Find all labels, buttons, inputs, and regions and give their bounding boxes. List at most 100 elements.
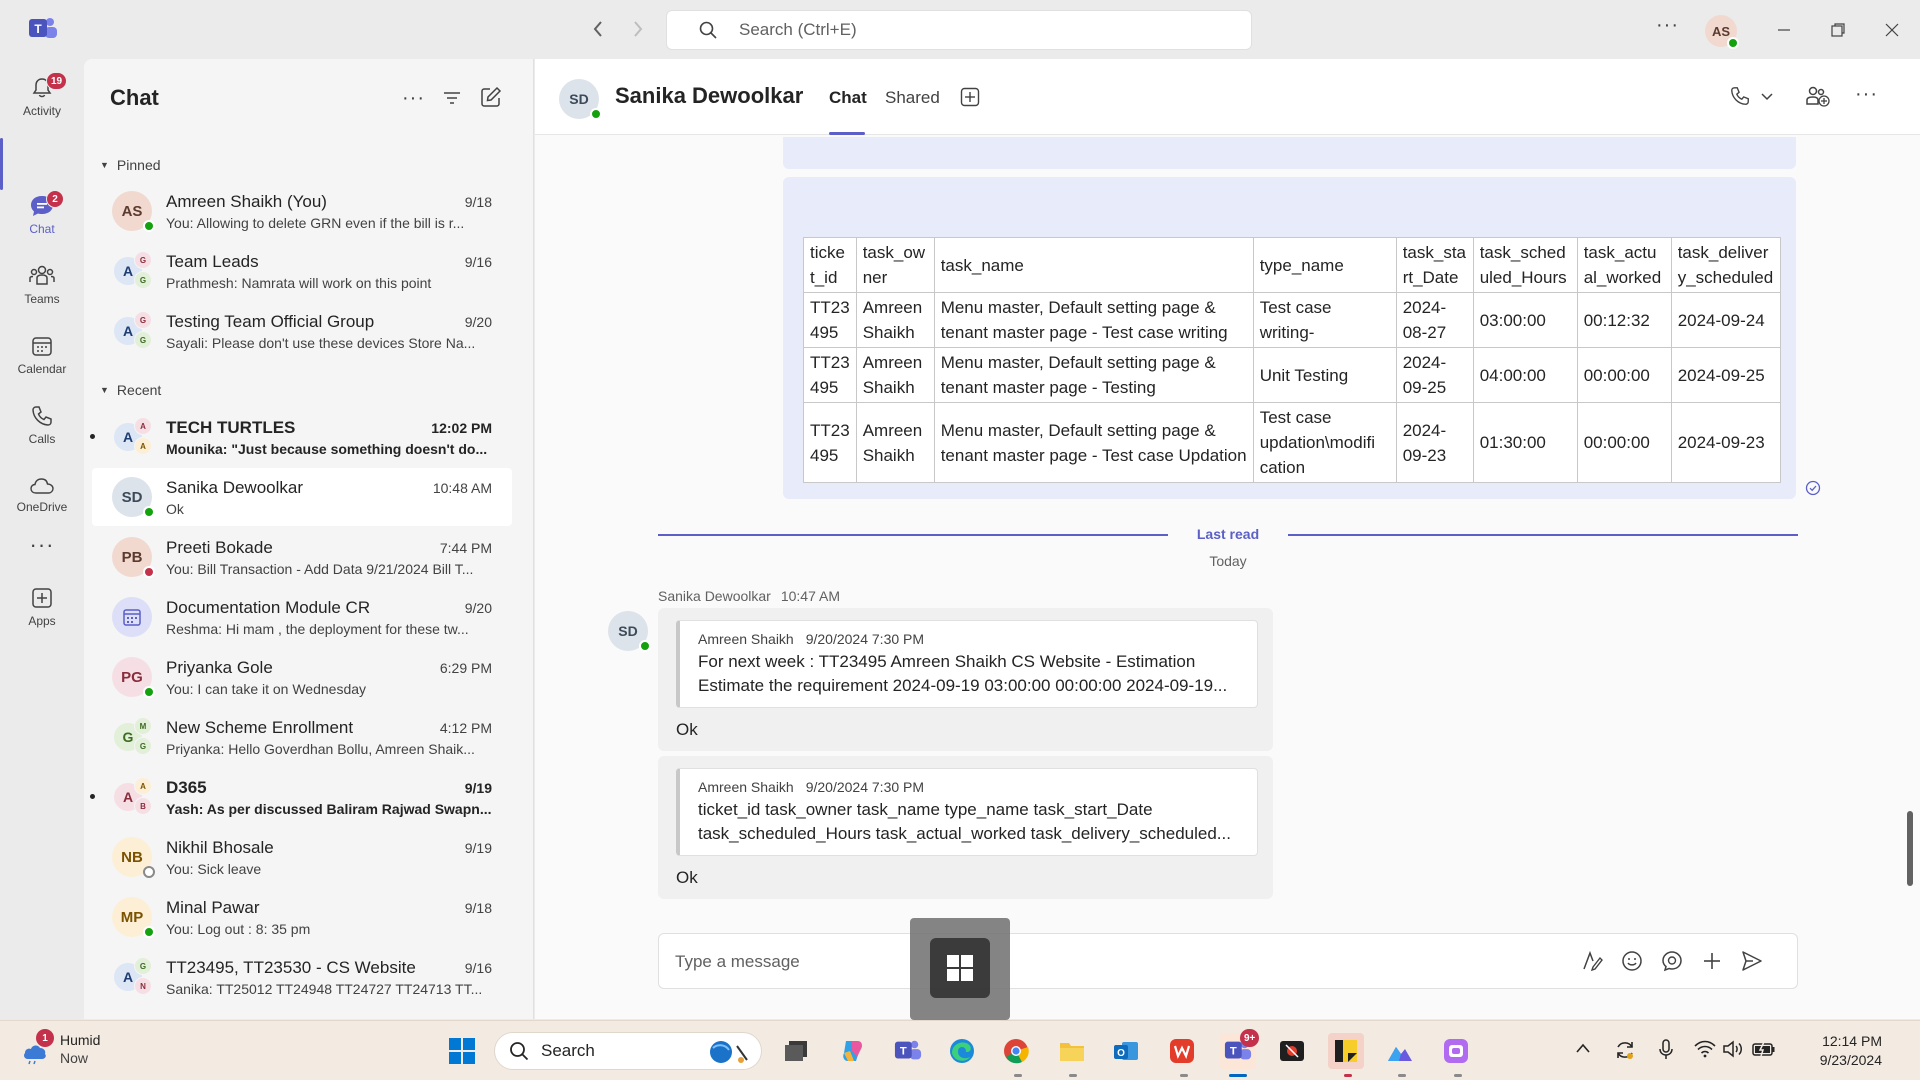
rail-more-apps[interactable]: ··· xyxy=(0,513,84,577)
add-people-icon[interactable] xyxy=(1806,85,1830,107)
taskbar-search[interactable]: Search xyxy=(494,1032,762,1070)
restore-icon[interactable] xyxy=(1826,18,1850,42)
chat-item-testing-team[interactable]: A G G Testing Team Official Group 9/20 S… xyxy=(92,302,512,360)
quoted-reply[interactable]: Amreen Shaikh 9/20/2024 7:30 PM ticket_id… xyxy=(676,768,1258,856)
call-options-chevron-down-icon[interactable] xyxy=(1761,93,1773,101)
chat-item-minal-pawar[interactable]: MP Minal Pawar 9/18 You: Log out : 8: 35… xyxy=(92,888,512,946)
minimize-icon[interactable] xyxy=(1772,18,1796,42)
close-icon[interactable] xyxy=(1880,18,1904,42)
send-icon[interactable] xyxy=(1740,949,1764,973)
tab-shared[interactable]: Shared xyxy=(885,88,940,108)
table-header-cell: task_actu al_worked xyxy=(1576,237,1672,293)
wifi-icon[interactable] xyxy=(1694,1039,1716,1059)
new-chat-icon[interactable] xyxy=(480,86,502,108)
chat-item-team-leads[interactable]: A G G Team Leads 9/16 Prathmesh: Namrata… xyxy=(92,242,512,300)
unread-dot xyxy=(90,434,95,439)
start-button[interactable] xyxy=(444,1033,480,1069)
message-bubble[interactable]: Amreen Shaikh 9/20/2024 7:30 PM For next … xyxy=(658,608,1273,751)
emoji-icon[interactable] xyxy=(1620,949,1644,973)
battery-charging-icon[interactable] xyxy=(1752,1039,1776,1059)
table-cell: 2024-09-24 xyxy=(1670,292,1781,348)
microphone-icon[interactable] xyxy=(1658,1039,1674,1061)
weather-widget[interactable]: 1 Humid Now xyxy=(20,1029,100,1067)
chat-item-amreen-shaikh[interactable]: AS Amreen Shaikh (You) 9/18 You: Allowin… xyxy=(92,182,512,240)
compose-box[interactable]: Type a message xyxy=(658,933,1798,989)
rail-item-calendar[interactable]: Calendar xyxy=(0,323,84,387)
tab-chat[interactable]: Chat xyxy=(829,88,867,108)
more-options-icon[interactable]: ··· xyxy=(1656,14,1679,37)
avatar: PB xyxy=(112,537,155,578)
chat-more-options-icon[interactable]: ··· xyxy=(402,87,425,110)
sync-icon[interactable] xyxy=(1614,1039,1636,1061)
forward-arrow-icon[interactable] xyxy=(626,17,650,41)
chat-item-documentation-module[interactable]: Documentation Module CR 9/20 Reshma: Hi … xyxy=(92,588,512,646)
conversation-title: Sanika Dewoolkar xyxy=(615,83,804,108)
chat-time: 9/18 xyxy=(464,194,492,210)
message-sender: Sanika Dewoolkar xyxy=(658,588,771,604)
volume-icon[interactable] xyxy=(1722,1039,1744,1059)
unread-dot xyxy=(90,794,95,799)
clipchamp-icon[interactable] xyxy=(1438,1033,1474,1069)
pinned-section-toggle[interactable]: ▼ Pinned xyxy=(100,157,161,173)
chat-item-tech-turtles[interactable]: A A A TECH TURTLES 12:02 PM Mounika: "Ju… xyxy=(90,408,512,466)
meeting-avatar xyxy=(112,597,152,637)
sender-avatar[interactable]: SD xyxy=(608,611,651,652)
chat-name: TT23495, TT23530 - CS Website xyxy=(166,958,416,977)
message-bubble[interactable]: Amreen Shaikh 9/20/2024 7:30 PM ticket_id… xyxy=(658,756,1273,899)
chat-name: Sanika Dewoolkar xyxy=(166,478,304,497)
outlook-icon[interactable]: O xyxy=(1108,1033,1144,1069)
chat-item-priyanka-gole[interactable]: PG Priyanka Gole 6:29 PM You: I can take… xyxy=(92,648,512,706)
chat-item-sanika-dewoolkar[interactable]: SD Sanika Dewoolkar 10:48 AM Ok xyxy=(92,468,512,526)
conversation-more-icon[interactable]: ··· xyxy=(1855,83,1878,106)
edge-browser-icon[interactable] xyxy=(944,1033,980,1069)
active-tab-indicator xyxy=(829,132,865,135)
recent-section-toggle[interactable]: ▼ Recent xyxy=(100,382,161,398)
format-icon[interactable] xyxy=(1580,949,1604,973)
chat-name: Testing Team Official Group xyxy=(166,312,375,331)
running-indicator xyxy=(1069,1074,1077,1077)
loop-icon[interactable] xyxy=(1660,949,1684,973)
rail-item-activity[interactable]: Activity 19 xyxy=(0,65,84,129)
task-view-icon[interactable] xyxy=(778,1033,814,1069)
contact-avatar[interactable]: SD xyxy=(559,79,602,120)
presence-available-icon xyxy=(590,108,602,120)
calendar-icon xyxy=(32,337,52,356)
show-hidden-icons-chevron-up-icon[interactable] xyxy=(1576,1043,1590,1053)
rail-item-calls[interactable]: Calls xyxy=(0,393,84,457)
add-tab-icon[interactable] xyxy=(960,87,980,107)
file-explorer-icon[interactable] xyxy=(1054,1033,1090,1069)
chat-item-d365[interactable]: A A B D365 9/19 Yash: As per discussed B… xyxy=(90,768,512,826)
rail-item-chat[interactable]: Chat 2 xyxy=(0,183,84,247)
scrollbar-thumb[interactable] xyxy=(1907,811,1913,886)
table-header-cell: task_sta rt_Date xyxy=(1395,237,1474,293)
chat-item-new-scheme-enrollment[interactable]: G M G New Scheme Enrollment 4:12 PM Priy… xyxy=(92,708,512,766)
table-header-row: ticke t_id task_ow ner task_name type_na… xyxy=(803,237,1781,293)
chat-item-preeti-bokade[interactable]: PB Preeti Bokade 7:44 PM You: Bill Trans… xyxy=(92,528,512,586)
group-avatar-initial: B xyxy=(134,797,152,815)
search-input[interactable]: Search (Ctrl+E) xyxy=(666,10,1252,50)
filter-icon[interactable] xyxy=(442,89,462,107)
user-avatar[interactable]: AS xyxy=(1705,15,1739,49)
rail-item-apps[interactable]: Apps xyxy=(0,575,84,639)
chat-preview: You: Bill Transaction - Add Data 9/21/20… xyxy=(166,561,474,577)
chat-item-nikhil-bhosale[interactable]: NB Nikhil Bhosale 9/19 You: Sick leave xyxy=(92,828,512,886)
quoted-reply[interactable]: Amreen Shaikh 9/20/2024 7:30 PM For next … xyxy=(676,620,1258,708)
chat-item-cs-website[interactable]: A G N TT23495, TT23530 - CS Website 9/16… xyxy=(92,948,512,1006)
rail-item-teams[interactable]: Teams xyxy=(0,253,84,317)
wps-office-icon[interactable] xyxy=(1164,1033,1200,1069)
sticky-notes-icon[interactable] xyxy=(1328,1033,1364,1069)
teams-icon[interactable]: T 9+ xyxy=(1220,1029,1260,1069)
attach-plus-icon[interactable] xyxy=(1700,949,1724,973)
teams-classic-icon[interactable]: T xyxy=(890,1033,926,1069)
photos-icon[interactable] xyxy=(1382,1033,1418,1069)
copilot-icon[interactable] xyxy=(834,1033,870,1069)
pinned-label: Pinned xyxy=(116,157,161,173)
screen-recorder-icon[interactable] xyxy=(1274,1033,1310,1069)
calendar-icon xyxy=(123,609,141,626)
system-clock[interactable]: 12:14 PM 9/23/2024 xyxy=(1782,1032,1882,1070)
call-phone-icon[interactable] xyxy=(1729,85,1751,107)
back-arrow-icon[interactable] xyxy=(586,17,610,41)
cloud-icon xyxy=(30,478,54,494)
group-avatar-initial: A xyxy=(134,437,152,455)
chrome-icon[interactable] xyxy=(998,1033,1034,1069)
